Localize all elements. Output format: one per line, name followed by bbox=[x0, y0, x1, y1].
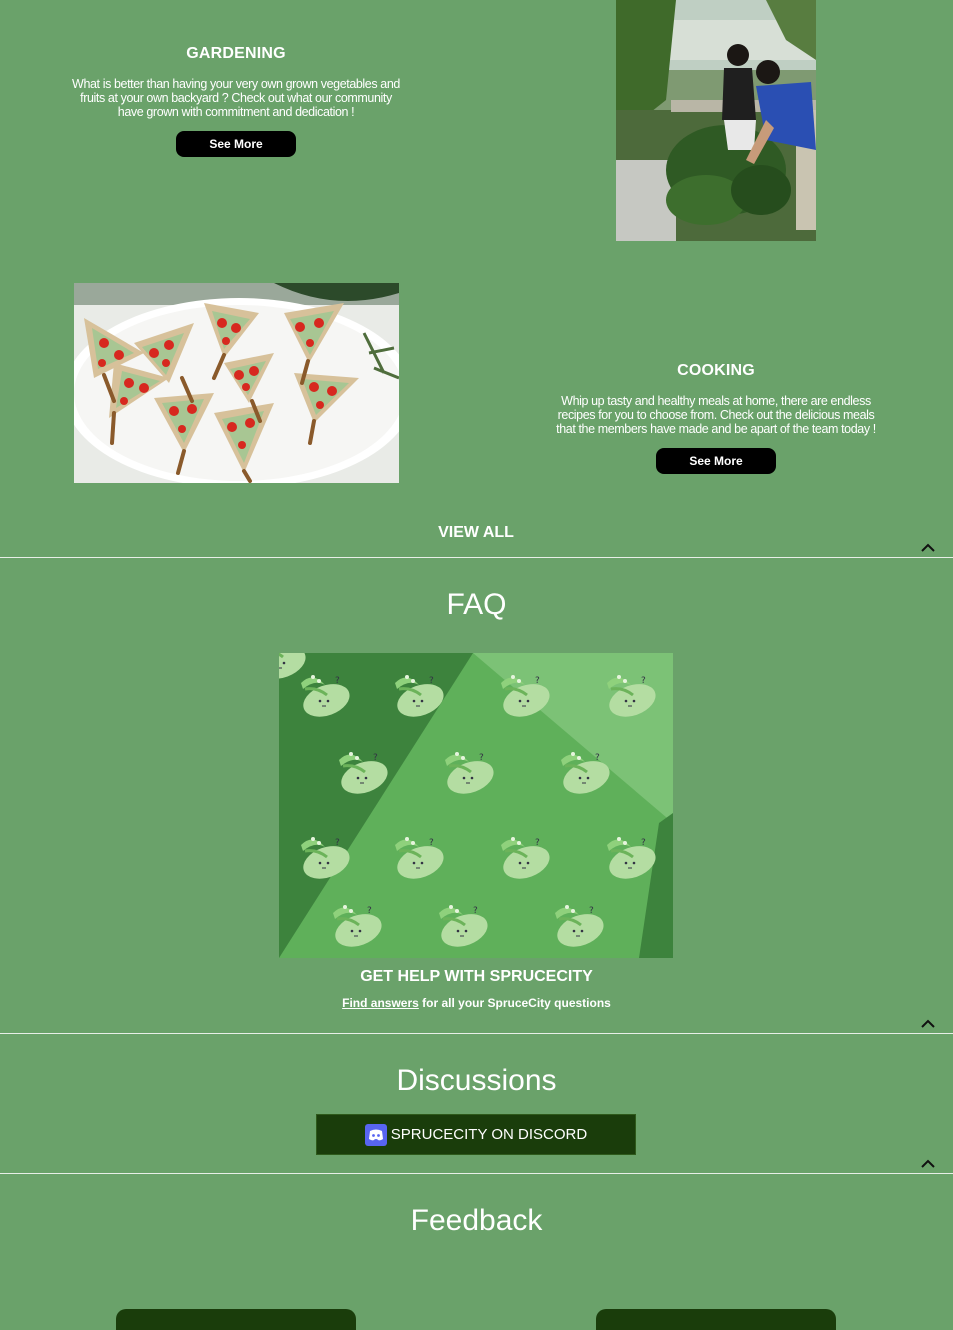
find-answers-link[interactable]: Find answers bbox=[342, 996, 419, 1010]
gardening-see-more-button[interactable]: See More bbox=[176, 131, 296, 157]
feedback-title: Feedback bbox=[410, 1204, 543, 1237]
section-divider bbox=[0, 557, 953, 558]
view-all-link[interactable]: VIEW ALL bbox=[376, 524, 576, 542]
gardening-description-line: have grown with commitment and dedicatio… bbox=[117, 105, 355, 119]
discussions-title: Discussions bbox=[396, 1064, 557, 1097]
gardening-description-line: What is better than having your very own… bbox=[72, 77, 400, 91]
faq-illustration: ? bbox=[257, 637, 673, 958]
faq-help-title: GET HELP WITH SPRUCECITY bbox=[360, 968, 593, 985]
cooking-photo bbox=[74, 283, 399, 483]
discord-icon bbox=[364, 1123, 387, 1146]
cooking-description: Whip up tasty and healthy meals at home,… bbox=[526, 394, 906, 436]
cooking-see-more-button[interactable]: See More bbox=[656, 448, 776, 474]
gardening-photo bbox=[616, 0, 816, 241]
cooking-description-line: Whip up tasty and healthy meals at home,… bbox=[561, 394, 871, 408]
feedback-card[interactable] bbox=[116, 1309, 356, 1330]
chevron-up-icon[interactable] bbox=[920, 541, 936, 553]
cooking-description-line: recipes for you to choose from. Check ou… bbox=[557, 408, 875, 422]
gardening-description-line: fruits at your own backyard ? Check out … bbox=[80, 91, 392, 105]
chevron-up-icon[interactable] bbox=[920, 1157, 936, 1169]
faq-help-text: for all your SpruceCity questions bbox=[418, 996, 611, 1010]
chevron-up-icon[interactable] bbox=[920, 1017, 936, 1029]
feedback-card[interactable] bbox=[596, 1309, 836, 1330]
faq-help-line: Find answers for all your SpruceCity que… bbox=[0, 996, 953, 1010]
gardening-description: What is better than having your very own… bbox=[46, 77, 426, 119]
section-divider bbox=[0, 1173, 953, 1174]
gardening-title: GARDENING bbox=[186, 45, 286, 62]
discord-button-label: SPRUCECITY ON DISCORD bbox=[390, 1126, 588, 1143]
faq-title: FAQ bbox=[446, 588, 507, 621]
section-divider bbox=[0, 1033, 953, 1034]
cooking-title: COOKING bbox=[677, 362, 755, 379]
cooking-description-line: that the members have made and be apart … bbox=[556, 422, 876, 436]
discord-button[interactable]: SPRUCECITY ON DISCORD bbox=[316, 1114, 636, 1155]
